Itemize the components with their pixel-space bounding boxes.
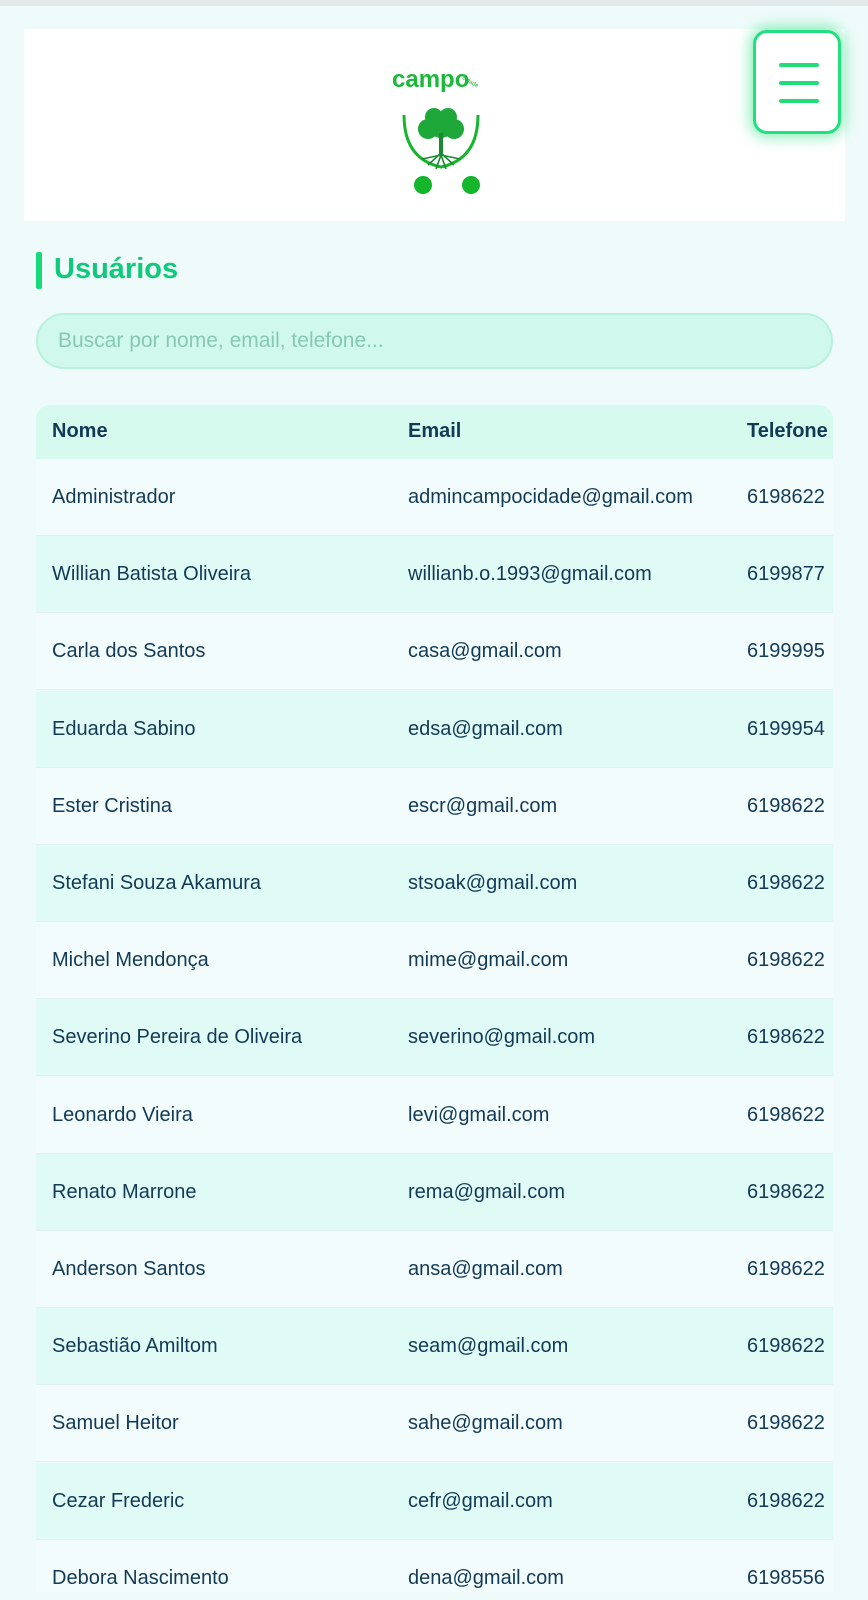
cell-email: escr@gmail.com — [408, 794, 558, 817]
cell-nome: Cezar Frederic — [52, 1489, 185, 1512]
cell-nome: Debora Nascimento — [52, 1566, 229, 1589]
cell-telefone: 6198622 — [747, 1180, 825, 1203]
cell-email: seam@gmail.com — [408, 1335, 569, 1358]
cell-telefone: 6198622 — [747, 949, 825, 972]
cell-telefone: 6198556 — [747, 1566, 825, 1589]
table-row[interactable]: Cezar Frederic cefr@gmail.com 6198622 — [36, 1462, 833, 1540]
cell-email: edsa@gmail.com — [408, 717, 563, 740]
hamburger-menu-icon — [779, 63, 819, 67]
cell-email: severino@gmail.com — [408, 1026, 596, 1049]
table-row[interactable]: Samuel Heitor sahe@gmail.com 6198622 — [36, 1385, 833, 1463]
cell-email: sahe@gmail.com — [408, 1412, 563, 1435]
app-header: campo cidade — [24, 29, 845, 221]
cell-telefone: 6198622 — [747, 1026, 825, 1049]
table-row[interactable]: Leonardo Vieira levi@gmail.com 6198622 — [36, 1076, 833, 1154]
cell-telefone: 6198622 — [747, 1489, 825, 1512]
cell-nome: Eduarda Sabino — [52, 717, 196, 740]
cell-email: cefr@gmail.com — [408, 1489, 553, 1512]
cell-email: mime@gmail.com — [408, 949, 569, 972]
cell-email: stsoak@gmail.com — [408, 872, 578, 894]
cell-telefone: 6198622 — [747, 1258, 825, 1280]
browser-top-line — [0, 0, 868, 6]
cell-email: willianb.o.1993@gmail.com — [408, 563, 652, 586]
table-row[interactable]: Michel Mendonça mime@gmail.com 6198622 — [36, 922, 833, 1000]
cell-nome: Willian Batista Oliveira — [52, 563, 251, 586]
column-header-nome[interactable]: Nome — [52, 420, 108, 443]
table-row[interactable]: Stefani Souza Akamura stsoak@gmail.com 619… — [36, 845, 833, 922]
cell-email: casa@gmail.com — [408, 640, 562, 663]
hamburger-menu-icon-bar — [779, 81, 819, 85]
cell-telefone: 6198622 — [747, 872, 825, 894]
cell-email: ansa@gmail.com — [408, 1258, 563, 1280]
cell-nome: Administrador — [52, 486, 176, 508]
column-header-telefone[interactable]: Telefone — [747, 420, 828, 443]
page-title: Usuários — [54, 253, 179, 285]
table-row[interactable]: Willian Batista Oliveira willianb.o.1993@… — [36, 536, 833, 614]
campo-cidade-logo[interactable]: campo cidade — [386, 59, 496, 199]
cell-nome: Ester Cristina — [52, 794, 173, 817]
cell-telefone: 6198622 — [747, 1103, 825, 1126]
cell-nome: Sebastião Amiltom — [52, 1335, 218, 1358]
cell-nome: Carla dos Santos — [52, 640, 206, 663]
table-row[interactable]: Severino Pereira de Oliveira severino@gma… — [36, 999, 833, 1077]
cell-email: dena@gmail.com — [408, 1566, 564, 1589]
title-accent-bar — [36, 252, 42, 289]
svg-text:campo: campo — [392, 66, 469, 93]
hamburger-menu-button[interactable] — [753, 30, 841, 134]
column-header-email[interactable]: Email — [408, 420, 461, 443]
cell-telefone: 6199954 — [747, 717, 825, 740]
table-row[interactable]: Debora Nascimento dena@gmail.com 6198556 — [36, 1539, 833, 1592]
hamburger-menu-icon-bar — [779, 99, 819, 103]
table-row[interactable]: Administrador admincampocidade@gmail.com 6… — [36, 459, 833, 536]
table-row[interactable]: Anderson Santos ansa@gmail.com 6198622 — [36, 1231, 833, 1308]
cell-email: levi@gmail.com — [408, 1103, 550, 1126]
table-row[interactable]: Ester Cristina escr@gmail.com 6198622 — [36, 767, 833, 845]
cell-email: rema@gmail.com — [408, 1180, 566, 1203]
cell-telefone: 6199877 — [747, 563, 825, 586]
cell-nome: Stefani Souza Akamura — [52, 872, 262, 894]
cell-nome: Samuel Heitor — [52, 1412, 179, 1435]
table-header: Nome Email Telefone — [36, 405, 833, 459]
search-input[interactable] — [36, 313, 833, 369]
users-table: Nome Email Telefone Administrador adminca… — [36, 405, 833, 1592]
cell-nome: Michel Mendonça — [52, 949, 209, 972]
cell-nome: Severino Pereira de Oliveira — [52, 1026, 303, 1049]
table-row[interactable]: Renato Marrone rema@gmail.com 6198622 — [36, 1153, 833, 1231]
cell-telefone: 6198622 — [747, 1412, 825, 1435]
cell-telefone: 6198622 — [747, 794, 825, 817]
cell-nome: Renato Marrone — [52, 1180, 197, 1203]
cell-telefone: 6198622 — [747, 486, 825, 508]
cell-telefone: 6198622 — [747, 1335, 825, 1358]
cell-nome: Anderson Santos — [52, 1258, 206, 1280]
table-row[interactable]: Eduarda Sabino edsa@gmail.com 6199954 — [36, 690, 833, 768]
table-row[interactable]: Carla dos Santos casa@gmail.com 6199995 — [36, 613, 833, 691]
table-row[interactable]: Sebastião Amiltom seam@gmail.com 6198622 — [36, 1308, 833, 1386]
cell-telefone: 6199995 — [747, 640, 825, 663]
cell-nome: Leonardo Vieira — [52, 1103, 193, 1126]
cell-email: admincampocidade@gmail.com — [408, 486, 693, 508]
